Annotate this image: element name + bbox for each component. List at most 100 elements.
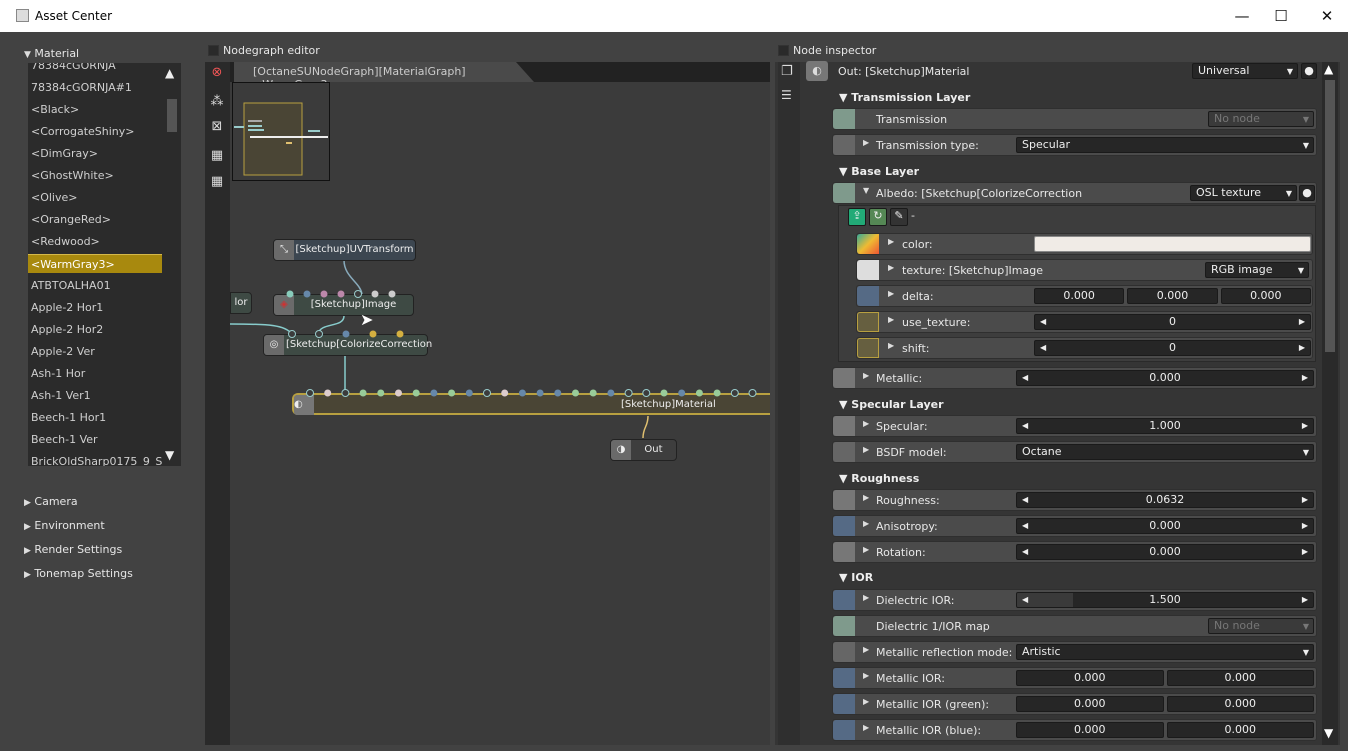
param-row-metallic-ior-blue[interactable]: ▶ Metallic IOR (blue): 0.000 0.000 xyxy=(832,719,1317,741)
expand-arrow-icon[interactable]: ▶ xyxy=(863,419,869,428)
fit-nodes-icon[interactable]: ⊠ xyxy=(208,118,226,136)
section-header[interactable]: ▼ Transmission Layer xyxy=(839,91,970,104)
color-swatch[interactable] xyxy=(1034,236,1311,252)
node-pin[interactable] xyxy=(518,389,526,397)
param-row-dielectric-1-ior-map[interactable]: Dielectric 1/IOR map No node ▼ xyxy=(832,615,1317,637)
node-out[interactable]: ◑ Out xyxy=(610,439,677,461)
node-pin[interactable] xyxy=(695,389,703,397)
texture-icon[interactable] xyxy=(833,368,855,388)
snap-grid-icon[interactable]: ▦ xyxy=(208,147,226,165)
param-row-transmission-type[interactable]: ▶ Transmission type: Specular ▼ xyxy=(832,134,1317,156)
texture-icon[interactable] xyxy=(833,542,855,562)
param-row-metallic[interactable]: ▶ Metallic: ◀ 0.000 ▶ xyxy=(832,367,1317,389)
collapse-arrow-icon[interactable]: ▼ xyxy=(863,186,869,195)
number-field[interactable]: 0.000 xyxy=(1016,722,1164,738)
copy-icon[interactable]: ❐ xyxy=(781,64,793,79)
param-row-transmission[interactable]: Transmission No node ▼ xyxy=(832,108,1317,130)
expand-arrow-icon[interactable]: ▶ xyxy=(863,671,869,680)
node-pin[interactable] xyxy=(465,389,473,397)
material-list-item[interactable]: Beech-1 Ver xyxy=(28,430,162,449)
node-pin[interactable] xyxy=(501,389,509,397)
material-list-item[interactable]: Apple-2 Ver xyxy=(28,342,162,361)
node-pin[interactable] xyxy=(288,330,296,338)
node-pin[interactable] xyxy=(412,389,420,397)
node-pin[interactable] xyxy=(354,290,362,298)
increment-arrow-icon[interactable]: ▶ xyxy=(1299,315,1305,329)
number-field[interactable]: 0.000 xyxy=(1166,722,1314,738)
scrollbar-thumb[interactable] xyxy=(167,99,177,132)
value-slider[interactable]: ◀ 0.000 ▶ xyxy=(1016,544,1314,560)
eye-icon[interactable]: ● xyxy=(1301,63,1317,79)
section-camera[interactable]: ▶ Camera xyxy=(24,495,78,508)
float-icon[interactable] xyxy=(833,516,855,536)
image-texture-icon[interactable] xyxy=(857,260,879,280)
node-pin[interactable] xyxy=(730,389,739,397)
param-row-rotation[interactable]: ▶ Rotation: ◀ 0.000 ▶ xyxy=(832,541,1317,563)
material-list-item[interactable]: Ash-1 Hor xyxy=(28,364,162,383)
decrement-arrow-icon[interactable]: ◀ xyxy=(1022,519,1028,533)
param-row-metallic-reflection-mode[interactable]: ▶ Metallic reflection mode: Artistic ▼ xyxy=(832,641,1317,663)
material-list-item[interactable]: <GhostWhite> xyxy=(28,166,162,185)
value-slider[interactable]: ◀ 0.000 ▶ xyxy=(1016,518,1314,534)
enum-dropdown[interactable]: Specular ▼ xyxy=(1016,137,1314,153)
node-pin[interactable] xyxy=(748,389,757,397)
material-list-item[interactable]: ATBTOALHA01 xyxy=(28,276,162,295)
material-list-item[interactable]: 78384cGORNJA#1 xyxy=(28,78,162,97)
param-row-albedo-sketchup-colorizecorrection[interactable]: ▼ Albedo: [Sketchup[ColorizeCorrection OSL… xyxy=(832,182,1317,204)
expand-arrow-icon[interactable]: ▶ xyxy=(863,445,869,454)
increment-arrow-icon[interactable]: ▶ xyxy=(1299,341,1305,355)
node-pin[interactable] xyxy=(678,389,686,397)
nodegraph-checkbox[interactable] xyxy=(208,45,219,56)
node-pin[interactable] xyxy=(624,389,633,397)
node-pin[interactable] xyxy=(483,389,491,397)
enum-dropdown[interactable]: Artistic ▼ xyxy=(1016,644,1314,660)
node-picker-dropdown[interactable]: No node ▼ xyxy=(1208,111,1314,127)
enum-icon[interactable] xyxy=(833,442,855,462)
material-list-item[interactable]: 78384cGORNJA xyxy=(28,63,162,75)
section-environment[interactable]: ▶ Environment xyxy=(24,519,105,532)
node-pin[interactable] xyxy=(341,389,350,397)
export-icon[interactable]: ⇪ xyxy=(848,208,866,226)
node-pin[interactable] xyxy=(642,389,651,397)
texture-icon[interactable] xyxy=(833,416,855,436)
decrement-arrow-icon[interactable]: ◀ xyxy=(1022,545,1028,559)
enum-icon[interactable] xyxy=(833,135,855,155)
material-list-item[interactable]: <CorrogateShiny> xyxy=(28,122,162,141)
increment-arrow-icon[interactable]: ▶ xyxy=(1302,371,1308,385)
float-icon[interactable] xyxy=(857,286,879,306)
section-header[interactable]: ▼ Roughness xyxy=(839,472,919,485)
color-texture-icon[interactable] xyxy=(857,234,879,254)
param-row-texture-sketchup-image[interactable]: ▶ texture: [Sketchup]Image RGB image ▼ xyxy=(856,259,1313,281)
minimize-button[interactable]: — xyxy=(1222,4,1262,28)
expand-arrow-icon[interactable]: ▶ xyxy=(863,723,869,732)
expand-arrow-icon[interactable]: ▶ xyxy=(888,263,894,272)
material-list-item[interactable]: Apple-2 Hor1 xyxy=(28,298,162,317)
material-list-item[interactable]: Ash-1 Ver1 xyxy=(28,386,162,405)
scroll-up-icon[interactable]: ▲ xyxy=(1324,62,1333,76)
expand-arrow-icon[interactable]: ▶ xyxy=(863,371,869,380)
number-field[interactable]: 0.000 xyxy=(1166,670,1314,686)
expand-arrow-icon[interactable]: ▶ xyxy=(863,545,869,554)
node-pin[interactable] xyxy=(713,389,721,397)
decrement-arrow-icon[interactable]: ◀ xyxy=(1022,419,1028,433)
increment-arrow-icon[interactable]: ▶ xyxy=(1302,593,1308,607)
enum-icon[interactable] xyxy=(833,642,855,662)
material-section-toggle[interactable]: ▼ Material xyxy=(24,47,79,60)
node-picker-dropdown[interactable]: No node ▼ xyxy=(1208,618,1314,634)
expand-arrow-icon[interactable]: ▶ xyxy=(888,341,894,350)
increment-arrow-icon[interactable]: ▶ xyxy=(1302,419,1308,433)
material-list[interactable]: 78384cGORNJA 78384cGORNJA#1 <Black> <Corrog… xyxy=(28,63,181,466)
node-pin[interactable] xyxy=(369,330,377,338)
increment-arrow-icon[interactable]: ▶ xyxy=(1302,519,1308,533)
number-field[interactable]: 0.000 xyxy=(1016,696,1164,712)
node-pin[interactable] xyxy=(342,330,350,338)
grid-icon[interactable]: ▦ xyxy=(208,173,226,191)
number-field[interactable]: 0.000 xyxy=(1220,288,1311,304)
decrement-arrow-icon[interactable]: ◀ xyxy=(1040,315,1046,329)
expand-arrow-icon[interactable]: ▶ xyxy=(888,289,894,298)
input-pin-icon[interactable] xyxy=(833,616,855,636)
expand-arrow-icon[interactable]: ▶ xyxy=(863,138,869,147)
node-pin[interactable] xyxy=(320,290,328,298)
param-row-color[interactable]: ▶ color: xyxy=(856,233,1313,255)
param-row-bsdf-model[interactable]: ▶ BSDF model: Octane ▼ xyxy=(832,441,1317,463)
